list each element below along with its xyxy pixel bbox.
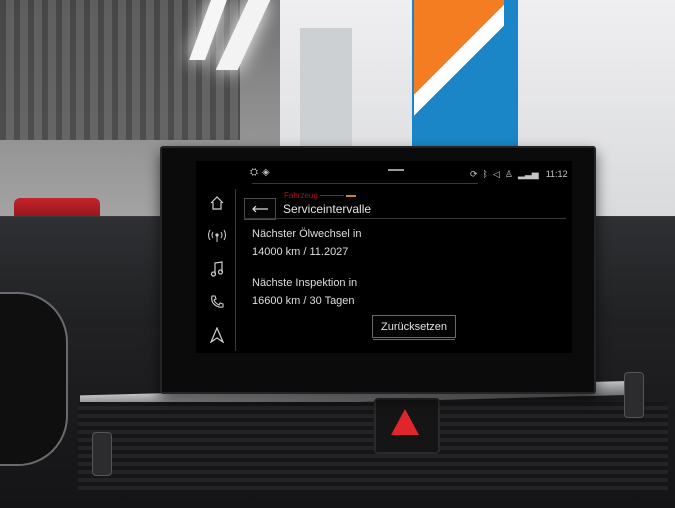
connectivity-icon: ⟳	[470, 168, 478, 179]
banner-stripe	[414, 0, 504, 120]
status-right-icons: ⟳ ᛒ ◁ ♙ ▂▃▅ 11:12	[470, 167, 568, 181]
sidebar-item-radio[interactable]	[202, 222, 232, 250]
sidebar-item-navigation[interactable]	[202, 321, 232, 349]
breadcrumb-parent: Fahrzeug	[284, 191, 318, 200]
page-title: Serviceintervalle	[283, 202, 372, 216]
sidebar-item-phone[interactable]	[202, 288, 232, 316]
menu-handle[interactable]	[388, 169, 404, 171]
breadcrumb-line	[319, 195, 344, 197]
reset-button[interactable]: Zurücksetzen	[372, 315, 456, 340]
oil-change-label: Nächster Ölwechsel in	[252, 228, 362, 240]
car-settings-icon: ⛭	[250, 167, 258, 178]
status-accent-line	[252, 183, 478, 184]
oil-change-value: 14000 km / 11.2027	[252, 246, 349, 258]
navigation-icon	[210, 327, 224, 343]
sidebar-item-media[interactable]	[202, 255, 232, 283]
inspection-value: 16600 km / 30 Tagen	[252, 295, 355, 307]
status-left-icons: ⛭ ◈	[250, 167, 290, 181]
inspection-label: Nächste Inspektion in	[252, 277, 358, 289]
signal-icon: ▂▃▅	[517, 168, 539, 179]
back-arrow-icon	[252, 205, 268, 213]
phone-icon	[211, 295, 224, 308]
bluetooth-icon: ᛒ	[482, 169, 488, 179]
package-icon: ◈	[262, 167, 270, 178]
air-vent	[78, 402, 668, 494]
breadcrumb-indicator	[345, 194, 356, 197]
oil-change-block: Nächster Ölwechsel in 14000 km / 11.2027	[252, 225, 361, 261]
vent-knob	[92, 432, 112, 476]
photo-scene: ⛭ ◈ ⟳ ᛒ ◁ ♙ ▂▃▅ 11:12 Fahrzeug Servicein…	[0, 0, 675, 508]
hazard-triangle-icon	[391, 409, 419, 435]
inspection-block: Nächste Inspektion in 16600 km / 30 Tage…	[252, 274, 357, 310]
sidebar-item-home[interactable]	[202, 189, 232, 217]
profile-icon: ♙	[504, 168, 513, 179]
breadcrumb: Fahrzeug	[284, 191, 356, 201]
title-divider	[244, 218, 566, 219]
back-button[interactable]	[244, 198, 276, 220]
mute-icon: ◁	[492, 168, 500, 179]
home-icon	[210, 196, 224, 210]
vent-knob	[624, 372, 644, 418]
instrument-cluster	[0, 292, 68, 466]
clock: 11:12	[545, 169, 568, 179]
music-icon	[210, 261, 224, 277]
radio-icon	[208, 229, 226, 242]
sidebar-nav	[200, 189, 236, 351]
